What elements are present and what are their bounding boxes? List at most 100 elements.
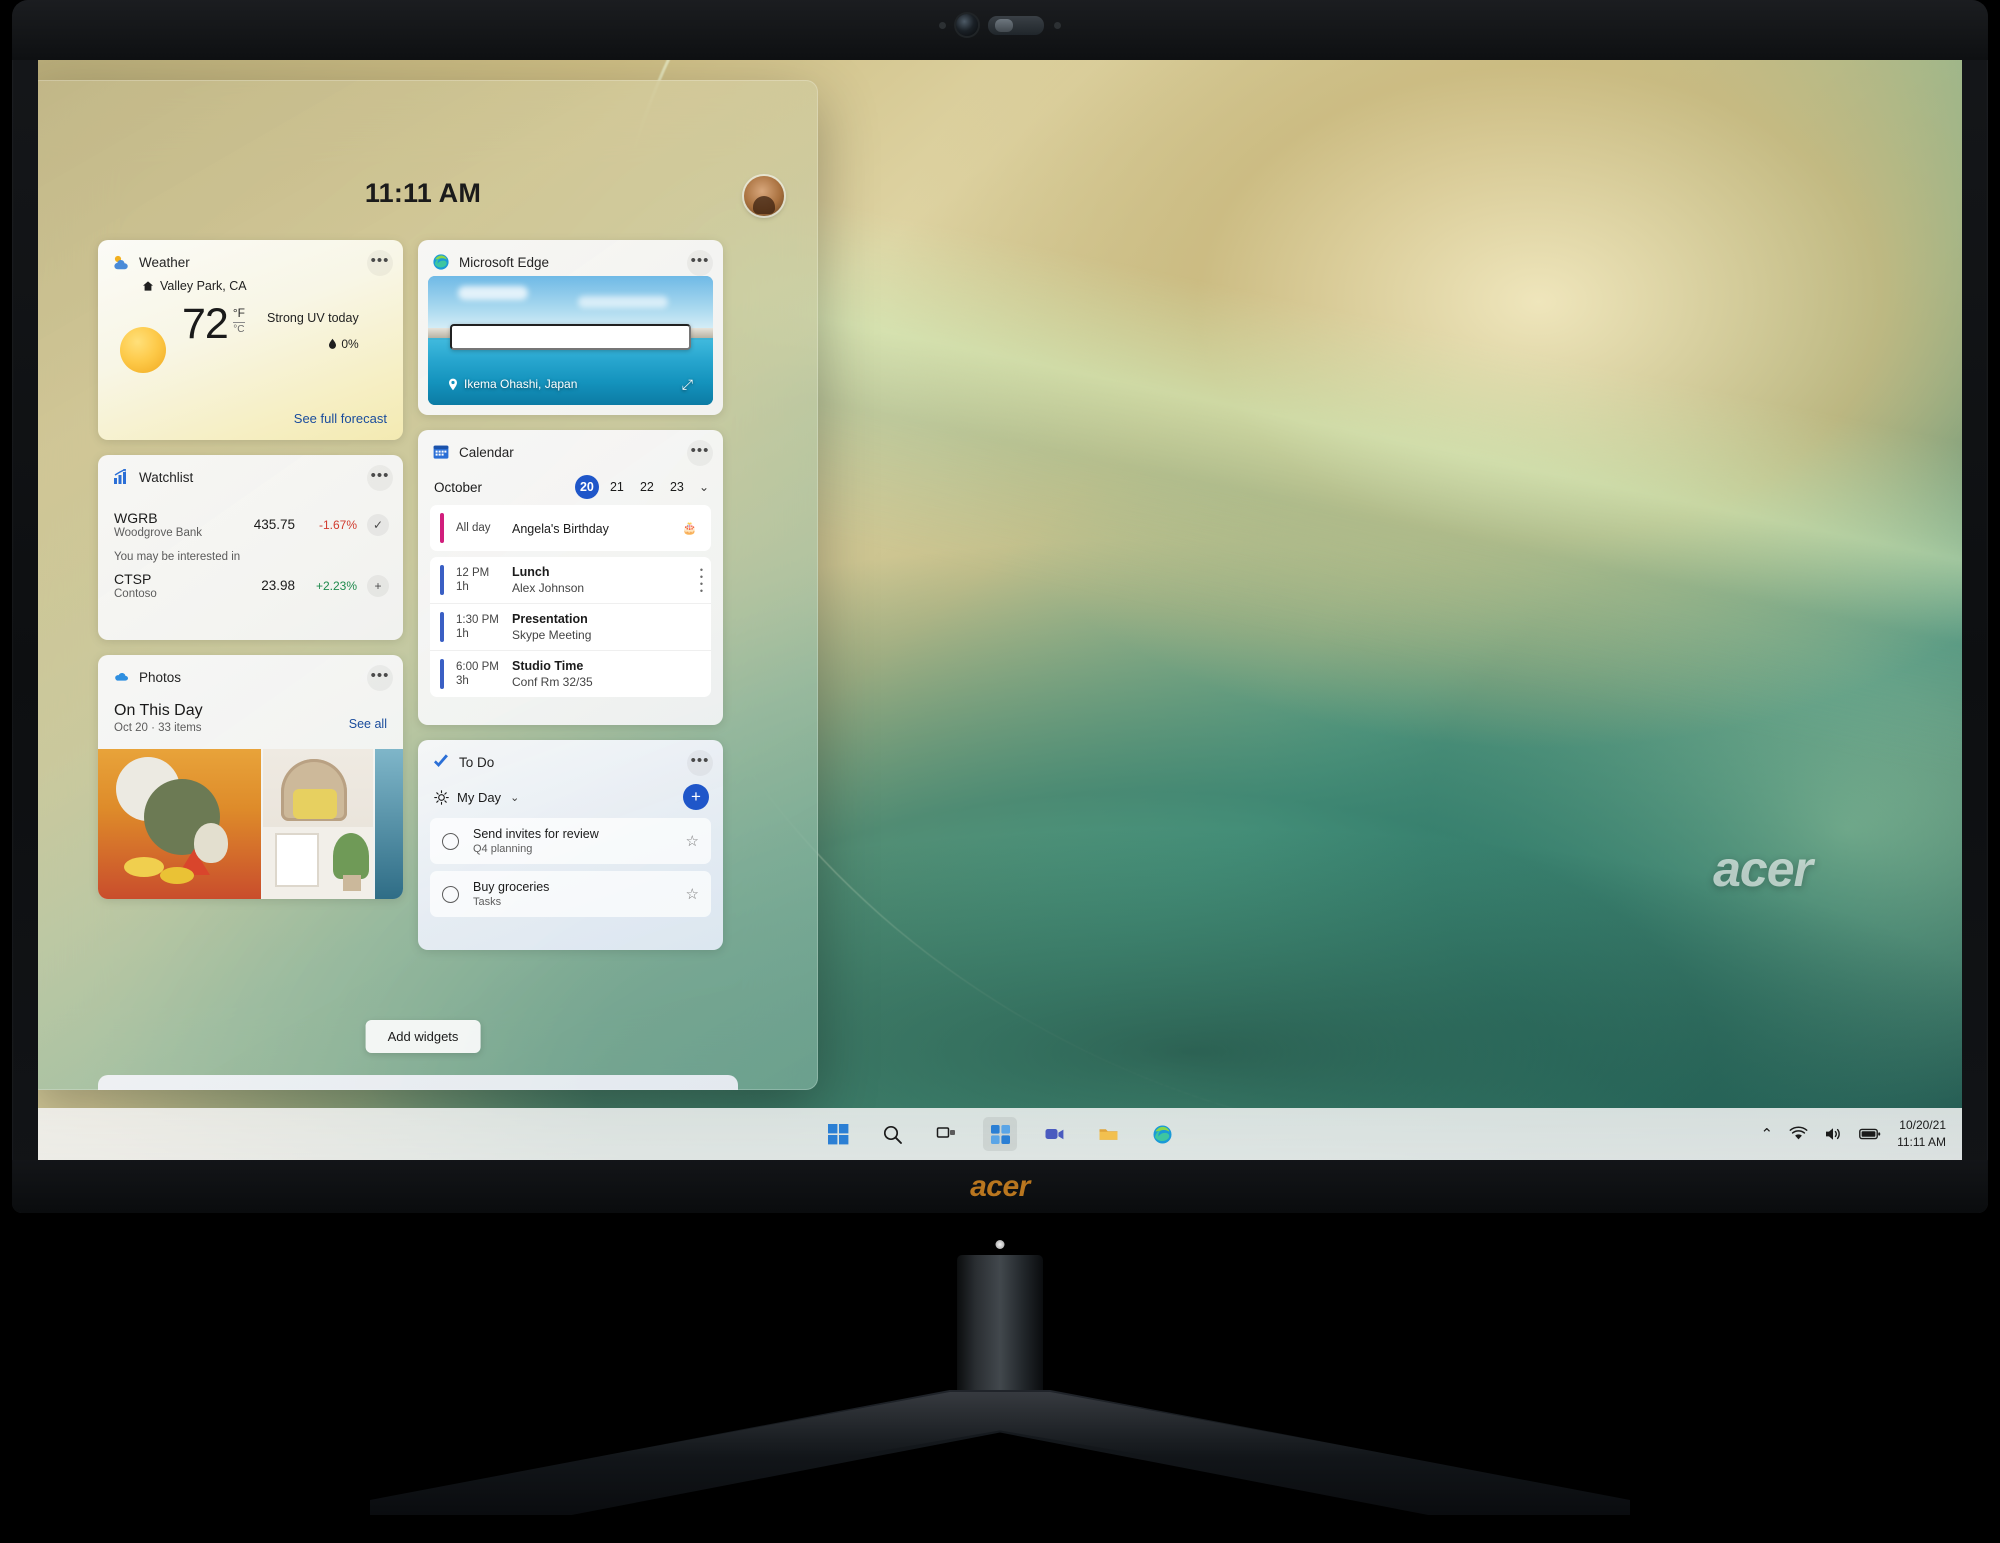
todo-item[interactable]: Buy groceries Tasks ☆ — [430, 871, 711, 917]
calendar-event-row[interactable]: All day Angela's Birthday 🎂 — [430, 505, 711, 551]
task-view-button[interactable] — [929, 1117, 963, 1151]
weather-more-button[interactable]: ••• — [367, 250, 393, 276]
sun-icon — [120, 327, 166, 373]
photo-thumbnail[interactable] — [98, 749, 261, 899]
weather-widget[interactable]: Weather ••• Valley Park, CA 72 °F °C Str… — [98, 240, 403, 440]
plus-icon[interactable]: + — [367, 574, 389, 597]
photos-more-button[interactable]: ••• — [367, 665, 393, 691]
event-more-icon[interactable]: • • • • — [700, 566, 703, 596]
todo-header: To Do — [418, 740, 723, 775]
stock-symbol: CTSP — [114, 571, 152, 587]
stock-change: -1.67% — [318, 517, 357, 532]
monitor-stand-base — [370, 1390, 1630, 1515]
todo-widget[interactable]: To Do ••• My Day ⌄ + Send invites for re… — [418, 740, 723, 950]
tray-time: 11:11 AM — [1897, 1135, 1946, 1149]
weather-unit-f[interactable]: °F — [232, 306, 245, 323]
event-duration: 1h — [456, 628, 469, 640]
weather-precipitation: 0% — [341, 337, 359, 351]
calendar-day-22[interactable]: 22 — [635, 475, 659, 499]
show-hidden-icons-button[interactable]: ⌃ — [1761, 1125, 1774, 1143]
watchlist-widget[interactable]: Watchlist ••• WGRB Woodgrove Bank 435.75… — [98, 455, 403, 640]
calendar-allday-event[interactable]: All day Angela's Birthday 🎂 — [430, 505, 711, 551]
event-color-bar — [440, 565, 444, 595]
edge-more-button[interactable]: ••• — [687, 250, 713, 276]
photos-header: Photos — [98, 655, 403, 690]
search-icon — [883, 1125, 902, 1144]
photos-widget[interactable]: Photos ••• On This Day Oct 20 · 33 items… — [98, 655, 403, 899]
calendar-day-23[interactable]: 23 — [665, 475, 689, 499]
todo-title: To Do — [459, 754, 495, 770]
task-text: Send invites for review Q4 planning — [473, 827, 686, 855]
start-button[interactable] — [821, 1117, 855, 1151]
event-time: 12 PM 1h — [456, 567, 512, 593]
calendar-event-row[interactable]: 12 PM 1h Lunch Alex Johnson • • • • — [430, 557, 711, 603]
star-icon[interactable]: ☆ — [686, 885, 699, 903]
watchlist-row[interactable]: CTSP Contoso 23.98 +2.23% + — [98, 565, 403, 600]
watchlist-row[interactable]: WGRB Woodgrove Bank 435.75 -1.67% ✓ — [98, 504, 403, 539]
webcam-privacy-shutter[interactable] — [988, 15, 1044, 35]
calendar-day-21[interactable]: 21 — [605, 475, 629, 499]
task-checkbox[interactable] — [442, 885, 459, 903]
check-icon[interactable]: ✓ — [367, 513, 389, 536]
event-time-label: 6:00 PM — [456, 661, 499, 673]
event-detail: Conf Rm 32/35 — [512, 675, 593, 689]
add-widgets-button[interactable]: Add widgets — [365, 1020, 481, 1053]
calendar-event-list: 12 PM 1h Lunch Alex Johnson • • • • 1:30… — [430, 557, 711, 697]
chat-button[interactable] — [1037, 1117, 1071, 1151]
clock-date-widget[interactable]: 10/20/21 11:11 AM — [1897, 1117, 1946, 1152]
stock-identity: WGRB Woodgrove Bank — [114, 510, 233, 539]
photo-thumbnail[interactable] — [263, 749, 373, 899]
file-explorer-button[interactable] — [1091, 1117, 1125, 1151]
event-name: Lunch — [512, 565, 550, 579]
task-checkbox[interactable] — [442, 832, 459, 850]
chevron-down-icon[interactable]: ⌄ — [510, 791, 519, 804]
volume-icon[interactable] — [1824, 1126, 1843, 1142]
weather-location-row: Valley Park, CA — [142, 279, 403, 293]
calendar-event-row[interactable]: 6:00 PM 3h Studio Time Conf Rm 32/35 — [430, 650, 711, 697]
chevron-down-icon[interactable]: ⌄ — [699, 480, 709, 494]
calendar-day-20[interactable]: 20 — [574, 475, 599, 499]
todo-list-selector[interactable]: My Day ⌄ + — [418, 775, 723, 818]
edge-preview-image[interactable]: Ikema Ohashi, Japan ⤢ — [428, 276, 713, 405]
edge-button[interactable] — [1145, 1117, 1179, 1151]
monitor-chin: acer — [12, 1160, 1988, 1213]
avatar[interactable] — [744, 176, 784, 216]
water-drop-icon — [329, 338, 337, 349]
edge-header: Microsoft Edge — [418, 240, 723, 275]
event-time: 1:30 PM 1h — [456, 614, 512, 640]
edge-widget[interactable]: Microsoft Edge ••• Ikema Ohashi, Japan ⤢ — [418, 240, 723, 415]
weather-unit-c[interactable]: °C — [233, 323, 245, 336]
calendar-widget[interactable]: Calendar ••• October 20 21 22 23 ⌄ All d… — [418, 430, 723, 725]
stock-chart-icon — [114, 468, 126, 484]
stock-price: 435.75 — [253, 517, 295, 532]
edge-search-input[interactable] — [450, 324, 691, 350]
widgets-button[interactable] — [983, 1117, 1017, 1151]
location-pin-icon — [449, 378, 457, 390]
windows-logo-icon — [827, 1123, 848, 1144]
photo-thumbnail[interactable] — [375, 749, 403, 899]
onedrive-cloud-icon — [115, 673, 128, 681]
task-title: Send invites for review — [473, 827, 599, 841]
weather-see-full-forecast-link[interactable]: See full forecast — [294, 411, 387, 426]
add-task-button[interactable]: + — [683, 784, 709, 810]
todo-more-button[interactable]: ••• — [687, 750, 713, 776]
event-name: Presentation — [512, 612, 588, 626]
expand-icon[interactable]: ⤢ — [682, 376, 693, 393]
edge-icon — [1153, 1125, 1171, 1143]
calendar-month: October — [434, 479, 483, 495]
weather-temperature: 72 — [182, 300, 229, 348]
star-icon[interactable]: ☆ — [686, 832, 699, 850]
calendar-day-strip: October 20 21 22 23 ⌄ — [418, 465, 723, 505]
event-time-label: 12 PM — [456, 567, 490, 579]
event-details: Angela's Birthday — [512, 520, 682, 536]
battery-icon[interactable] — [1859, 1127, 1881, 1141]
photos-see-all-link[interactable]: See all — [349, 717, 387, 731]
event-color-bar — [440, 659, 444, 689]
edge-image-caption: Ikema Ohashi, Japan — [448, 377, 577, 391]
wifi-icon[interactable] — [1789, 1126, 1808, 1142]
todo-item[interactable]: Send invites for review Q4 planning ☆ — [430, 818, 711, 864]
calendar-more-button[interactable]: ••• — [687, 440, 713, 466]
calendar-event-row[interactable]: 1:30 PM 1h Presentation Skype Meeting — [430, 603, 711, 650]
watchlist-more-button[interactable]: ••• — [367, 465, 393, 491]
search-button[interactable] — [875, 1117, 909, 1151]
